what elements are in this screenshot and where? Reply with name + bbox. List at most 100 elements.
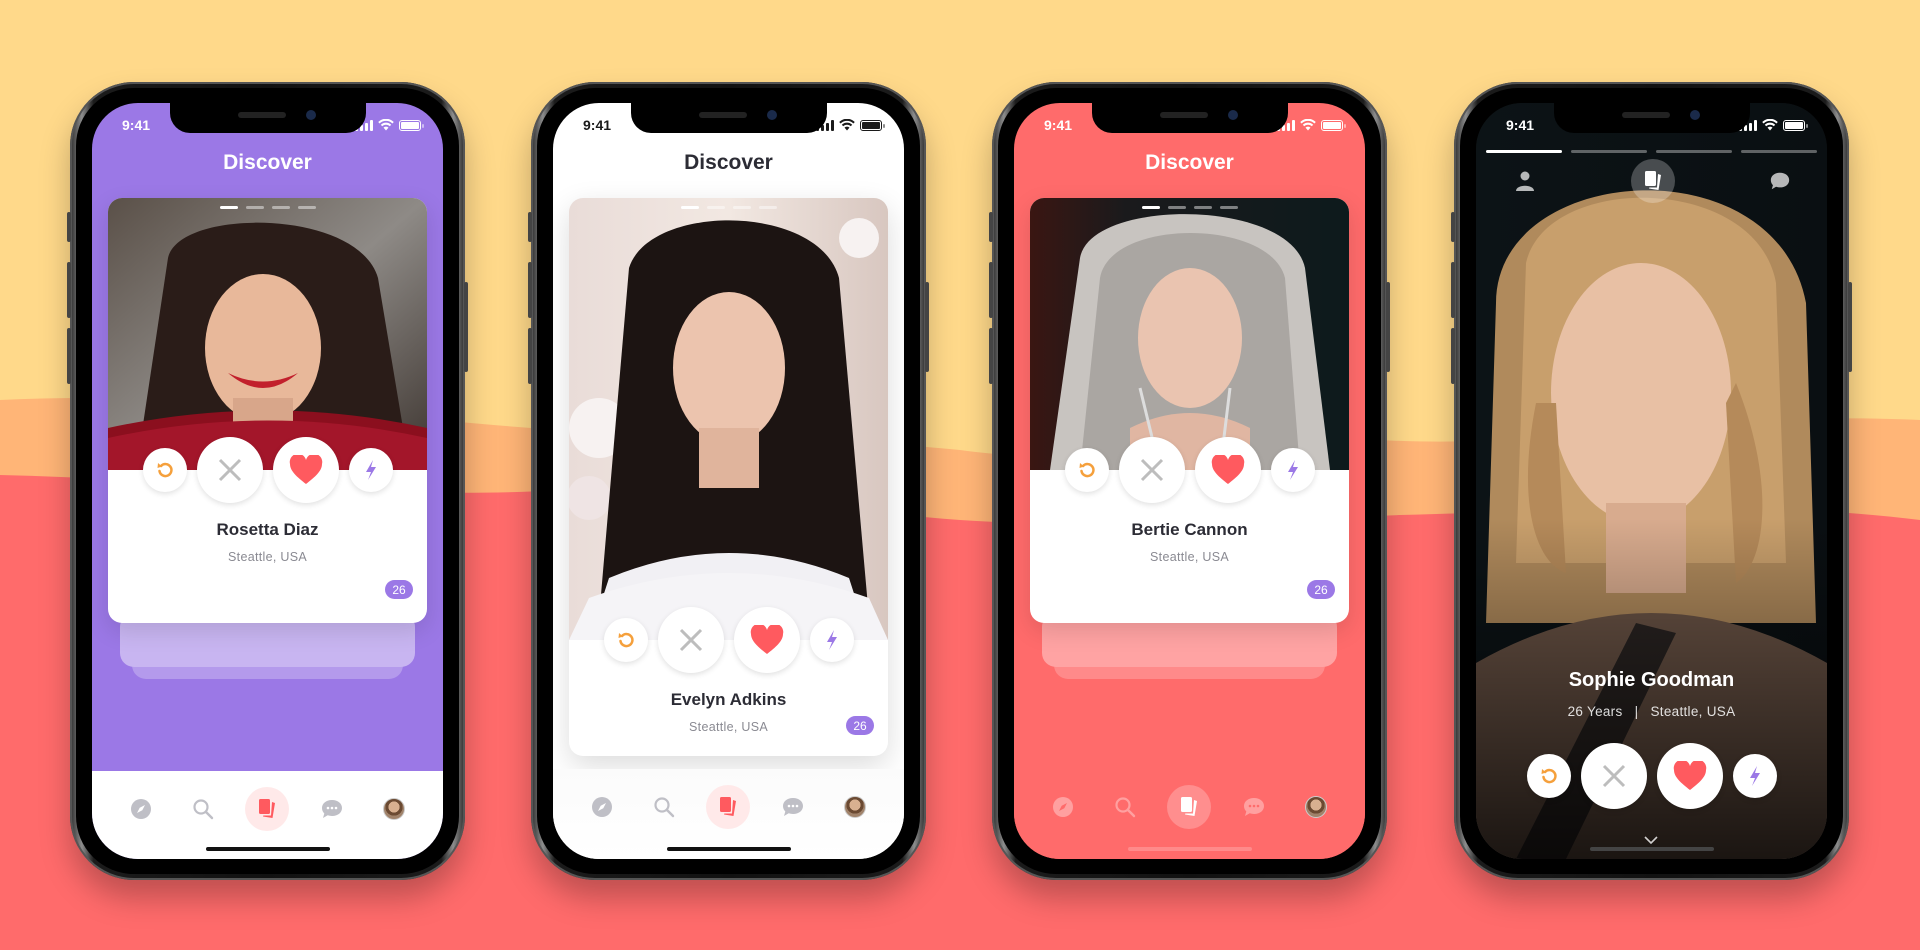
chat-icon xyxy=(321,800,342,818)
undo-button[interactable] xyxy=(1064,448,1109,492)
action-buttons xyxy=(1030,437,1349,503)
top-nav xyxy=(1476,159,1827,203)
compass-icon xyxy=(1053,797,1074,817)
search-icon xyxy=(193,799,214,820)
profile-card[interactable]: Rosetta Diaz Steattle, USA 26 xyxy=(108,198,427,623)
like-button[interactable] xyxy=(1194,437,1261,503)
profile-info: Rosetta Diaz Steattle, USA xyxy=(108,520,427,564)
bolt-icon xyxy=(826,630,837,650)
notch xyxy=(1091,103,1288,133)
search-icon xyxy=(1115,797,1136,818)
profile-card[interactable]: Evelyn Adkins Steattle, USA 26 xyxy=(569,198,888,756)
age-badge: 26 xyxy=(1307,580,1335,599)
profile-photo[interactable] xyxy=(1030,198,1349,470)
nav-profile[interactable] xyxy=(1296,787,1336,827)
battery-icon xyxy=(860,119,885,131)
profile-age: 26 Years xyxy=(1567,704,1623,719)
photo-progress-bars xyxy=(1486,150,1817,153)
bolt-icon xyxy=(1749,766,1760,786)
undo-icon xyxy=(157,462,173,478)
nav-explore[interactable] xyxy=(121,789,161,829)
cards-icon xyxy=(720,797,737,816)
search-icon xyxy=(654,797,675,818)
bolt-icon xyxy=(365,460,376,480)
status-time: 9:41 xyxy=(1506,117,1535,133)
compass-icon xyxy=(131,799,152,819)
bottom-nav xyxy=(553,769,904,859)
notch xyxy=(1553,103,1750,133)
home-indicator[interactable] xyxy=(1589,847,1714,851)
nav-profile[interactable] xyxy=(835,787,875,827)
screen: 9:41 Discover xyxy=(1014,103,1365,859)
boost-button[interactable] xyxy=(1270,448,1315,492)
nav-messages[interactable] xyxy=(1234,787,1274,827)
avatar xyxy=(382,798,405,820)
boost-button[interactable] xyxy=(809,618,854,662)
dislike-button[interactable] xyxy=(1580,743,1647,809)
nav-cards[interactable] xyxy=(706,785,751,829)
screen: 9:41 Discover xyxy=(553,103,904,859)
profile-card[interactable]: Bertie Cannon Steattle, USA 26 xyxy=(1030,198,1349,623)
status-time: 9:41 xyxy=(583,117,612,133)
cards-icon xyxy=(1644,171,1661,190)
photo-page-dots xyxy=(1141,206,1238,209)
nav-search[interactable] xyxy=(1105,787,1145,827)
dislike-button[interactable] xyxy=(1118,437,1185,503)
screen: 9:41 Discover xyxy=(92,103,443,859)
like-button[interactable] xyxy=(733,607,800,673)
heart-icon xyxy=(750,625,783,654)
profile-meta: 26 Years | Steattle, USA xyxy=(1476,704,1827,719)
page-title: Discover xyxy=(684,151,773,174)
nav-explore[interactable] xyxy=(582,787,622,827)
profile-info: Sophie Goodman 26 Years | Steattle, USA xyxy=(1476,669,1827,719)
nav-cards[interactable] xyxy=(245,787,290,831)
battery-icon xyxy=(1321,119,1346,131)
undo-button[interactable] xyxy=(1526,754,1571,798)
nav-search[interactable] xyxy=(644,787,684,827)
profile-icon[interactable] xyxy=(1514,170,1536,192)
age-badge: 26 xyxy=(385,580,413,599)
chat-icon xyxy=(782,798,803,816)
page-title: Discover xyxy=(223,151,312,174)
heart-icon xyxy=(289,455,322,484)
home-indicator[interactable] xyxy=(666,847,791,851)
nav-messages[interactable] xyxy=(773,787,813,827)
page-title: Discover xyxy=(1145,151,1234,174)
dislike-button[interactable] xyxy=(657,607,724,673)
home-indicator[interactable] xyxy=(205,847,330,851)
undo-button[interactable] xyxy=(603,618,648,662)
bottom-nav xyxy=(1014,769,1365,859)
profile-location: Steattle, USA xyxy=(228,550,307,564)
boost-button[interactable] xyxy=(1732,754,1777,798)
like-button[interactable] xyxy=(272,437,339,503)
profile-info: Bertie Cannon Steattle, USA xyxy=(1030,520,1349,564)
dislike-button[interactable] xyxy=(196,437,263,503)
chat-icon[interactable] xyxy=(1769,170,1791,192)
bottom-nav xyxy=(92,771,443,859)
cards-icon xyxy=(259,799,276,818)
home-indicator[interactable] xyxy=(1127,847,1252,851)
age-badge: 26 xyxy=(846,716,874,735)
battery-icon xyxy=(1783,119,1808,131)
profile-info: Evelyn Adkins Steattle, USA xyxy=(569,690,888,734)
cards-icon xyxy=(1181,797,1198,816)
nav-cards[interactable] xyxy=(1167,785,1212,829)
nav-messages[interactable] xyxy=(312,789,352,829)
nav-search[interactable] xyxy=(183,789,223,829)
compass-icon xyxy=(592,797,613,817)
cards-tab-button[interactable] xyxy=(1630,159,1675,203)
nav-explore[interactable] xyxy=(1043,787,1083,827)
phone-purple-discover: 9:41 Discover Rosetta Diaz Steattle, USA… xyxy=(67,82,468,880)
avatar xyxy=(843,796,866,818)
profile-photo[interactable] xyxy=(569,198,888,640)
wifi-icon xyxy=(1300,119,1316,131)
like-button[interactable] xyxy=(1656,743,1723,809)
boost-button[interactable] xyxy=(348,448,393,492)
bolt-icon xyxy=(1287,460,1298,480)
nav-profile[interactable] xyxy=(374,789,414,829)
notch xyxy=(169,103,366,133)
phone-coral-discover: 9:41 Discover Bertie Cannon Steattle, US… xyxy=(989,82,1390,880)
profile-photo[interactable] xyxy=(108,198,427,470)
undo-button[interactable] xyxy=(142,448,187,492)
chevron-down-icon[interactable] xyxy=(1644,836,1658,844)
